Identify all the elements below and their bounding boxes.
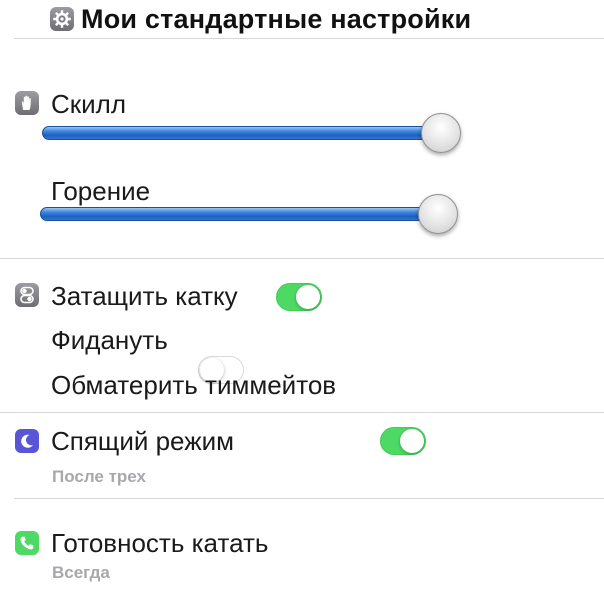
skill-slider-track[interactable] <box>42 126 444 140</box>
switches-icon <box>15 283 39 307</box>
toggle-label-curse: Обматерить тиммейтов <box>51 370 337 400</box>
page-title: Мои стандартные настройки <box>81 3 472 34</box>
moon-icon <box>15 429 39 453</box>
phone-icon <box>15 531 39 555</box>
readiness-label[interactable]: Готовность катать <box>51 528 268 558</box>
divider <box>14 38 604 39</box>
divider <box>14 498 604 499</box>
gear-icon <box>50 7 74 31</box>
hand-icon <box>15 91 39 115</box>
page-header: Мои стандартные настройки <box>50 2 471 36</box>
toggle-label-carry: Затащить катку <box>51 281 238 311</box>
toggle-label-feed: Фидануть <box>51 325 168 355</box>
sleep-mode-label[interactable]: Спящий режим <box>51 426 234 456</box>
sleep-mode-value: После трех <box>52 467 146 486</box>
toggle-carry-game[interactable] <box>276 283 322 311</box>
burning-slider-track[interactable] <box>40 207 440 221</box>
slider-label-skill: Скилл <box>51 89 127 119</box>
toggle-curse-teammates[interactable] <box>380 427 426 455</box>
divider <box>0 258 604 259</box>
burning-slider-thumb[interactable] <box>418 194 458 234</box>
readiness-value: Всегда <box>52 563 110 582</box>
skill-slider-thumb[interactable] <box>421 113 461 153</box>
divider <box>0 412 604 413</box>
slider-label-burning: Горение <box>51 176 151 206</box>
